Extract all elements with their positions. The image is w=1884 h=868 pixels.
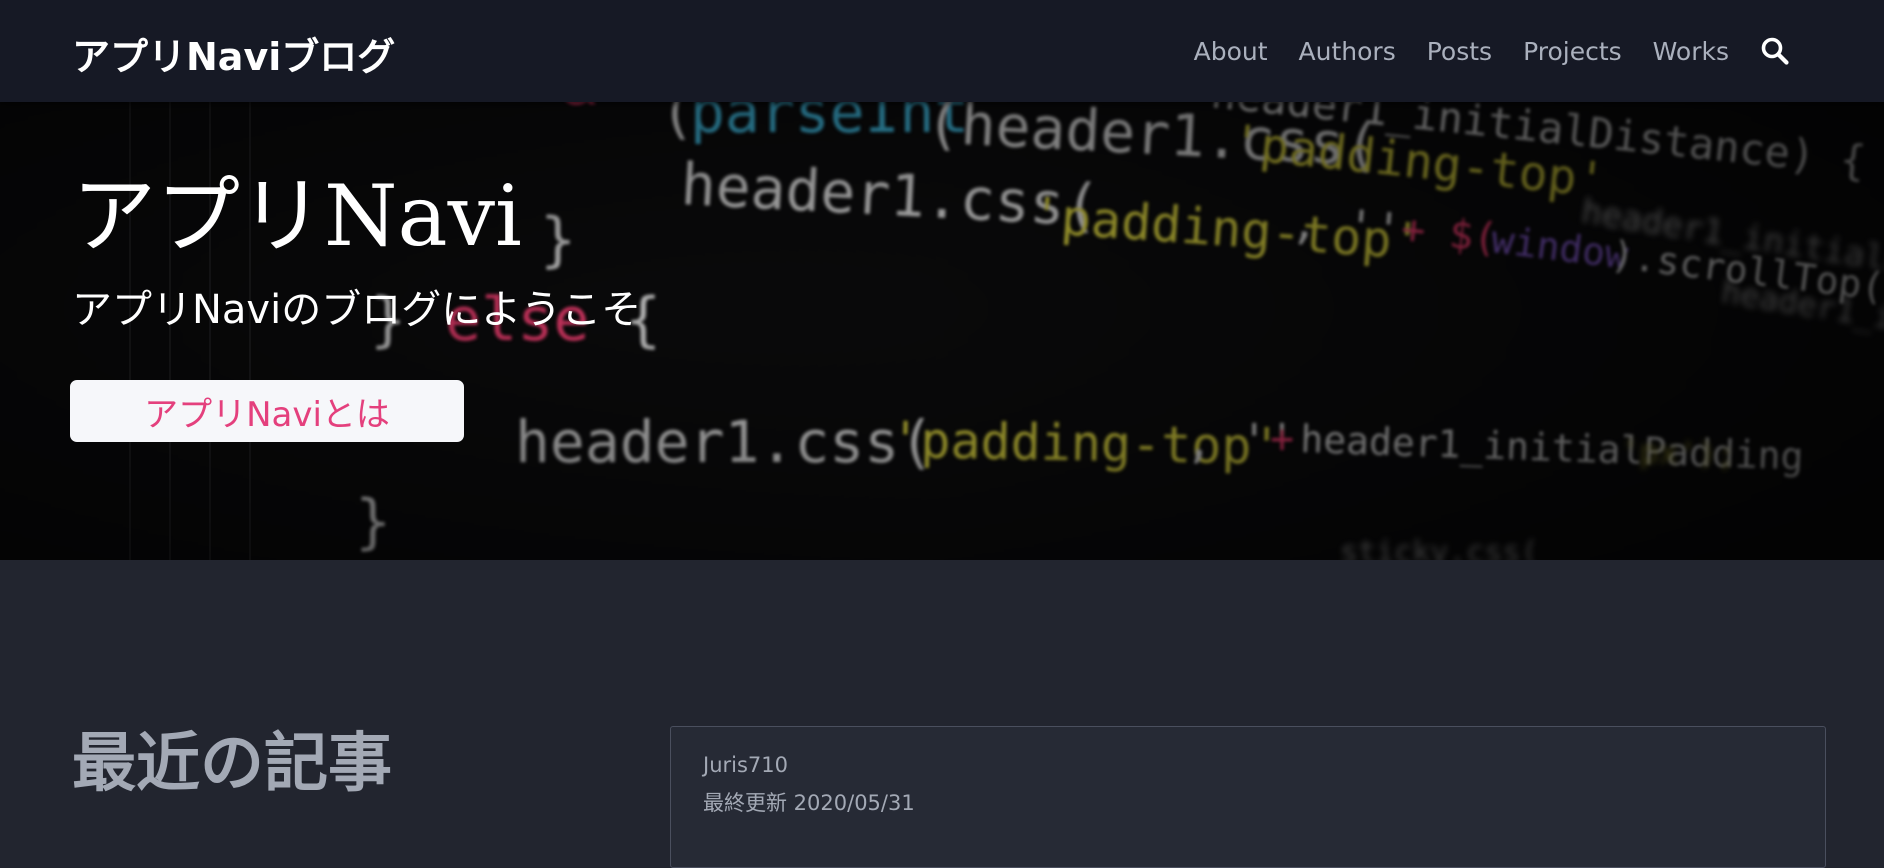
hero-banner: & ( parseInt (header1.css( 'padding-top'… [0,102,1884,560]
recent-posts-heading: 最近の記事 [72,726,392,801]
site-brand-link[interactable]: アプリNaviブログ [72,26,395,81]
nav-link-projects[interactable]: Projects [1523,37,1622,66]
post-last-updated: 最終更新 2020/05/31 [703,791,915,815]
post-author[interactable]: Juris710 [703,753,788,777]
hero-subtitle: アプリNaviのブログにようこそ [72,287,642,333]
search-icon[interactable] [1760,36,1790,66]
hero-title: アプリNavi [72,167,522,265]
post-card[interactable]: Juris710 最終更新 2020/05/31 [670,726,1826,868]
main-nav: About Authors Posts Projects Works [1163,0,1790,102]
top-navbar: アプリNaviブログ About Authors Posts Projects … [0,0,1884,102]
nav-link-about[interactable]: About [1194,37,1268,66]
about-app-navi-button[interactable]: アプリNaviとは [70,380,464,442]
nav-link-authors[interactable]: Authors [1299,37,1396,66]
nav-link-posts[interactable]: Posts [1427,37,1492,66]
nav-link-works[interactable]: Works [1653,37,1729,66]
